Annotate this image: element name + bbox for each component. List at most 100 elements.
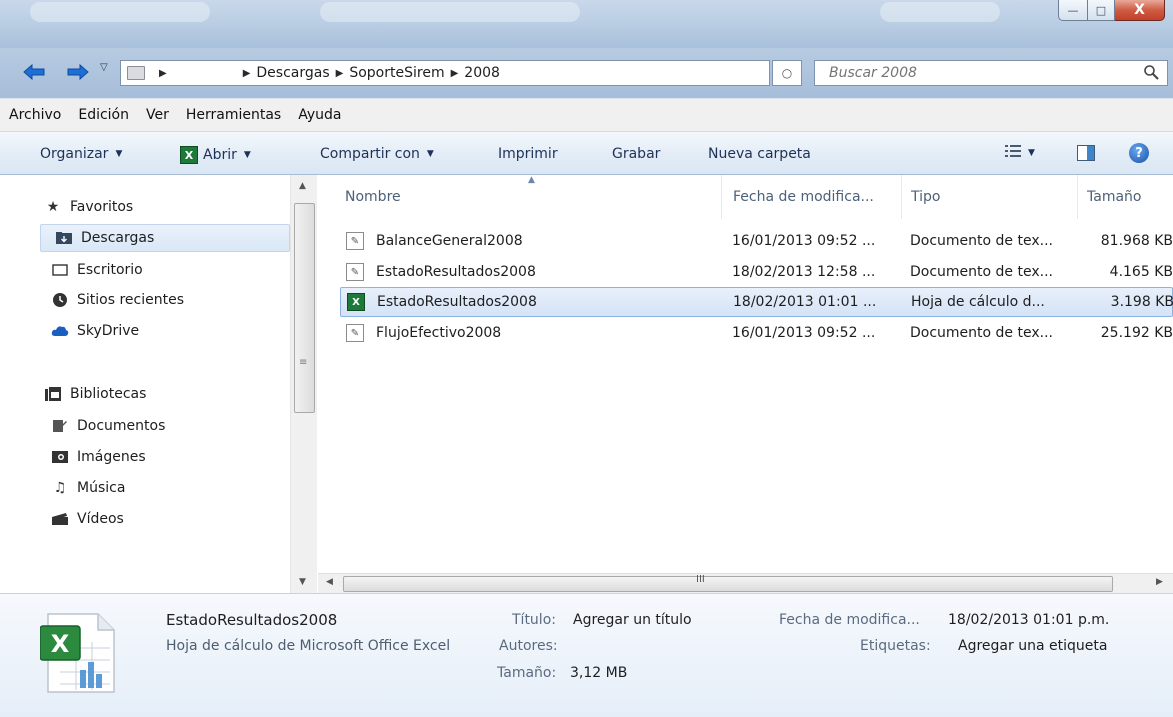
menu-ver[interactable]: Ver [146, 107, 169, 123]
new-folder-button[interactable]: Nueva carpeta [708, 146, 811, 162]
back-arrow-icon[interactable] [22, 60, 46, 84]
music-note-icon: ♫ [53, 480, 67, 496]
nav-item-sitios-recientes[interactable]: Sitios recientes [36, 286, 292, 314]
file-name: EstadoResultados2008 [376, 264, 536, 280]
column-header-label: Nombre [345, 189, 401, 205]
column-header-date[interactable]: Fecha de modifica... [722, 175, 902, 219]
organize-label: Organizar [40, 146, 109, 162]
breadcrumb-separator-icon[interactable]: ▶ [336, 68, 344, 79]
svg-text:X: X [51, 630, 70, 658]
details-title-label: Título: [512, 612, 556, 628]
column-header-name[interactable]: Nombre ▲ [318, 175, 722, 219]
menu-bar: Archivo Edición Ver Herramientas Ayuda [0, 98, 1173, 131]
video-clapper-icon [51, 513, 69, 525]
details-size-value: 3,12 MB [570, 665, 628, 681]
file-row-selected[interactable]: X EstadoResultados2008 18/02/2013 01:01 … [340, 287, 1173, 317]
scroll-right-icon[interactable]: ▶ [1156, 577, 1163, 587]
navigation-pane: ★ Favoritos Descargas Escritorio Sitios … [0, 175, 317, 593]
nav-item-musica[interactable]: ♫ Música [36, 474, 292, 502]
open-button[interactable]: X Abrir ▼ [180, 146, 251, 164]
details-title-input[interactable]: Agregar un título [573, 612, 692, 628]
glass-blur [320, 2, 580, 22]
share-button[interactable]: Compartir con ▼ [320, 146, 434, 162]
search-icon[interactable] [1143, 64, 1159, 84]
menu-ayuda[interactable]: Ayuda [298, 107, 341, 123]
glass-blur [30, 2, 210, 22]
share-label: Compartir con [320, 146, 420, 162]
star-icon: ★ [46, 199, 60, 215]
nav-item-descargas[interactable]: Descargas [40, 224, 290, 252]
scrollbar-thumb[interactable] [294, 203, 315, 413]
glass-blur [880, 2, 1000, 22]
scroll-down-icon[interactable]: ▼ [299, 577, 306, 587]
text-document-icon: ✎ [346, 232, 364, 250]
close-button[interactable]: X [1115, 0, 1165, 21]
menu-edicion[interactable]: Edición [78, 107, 129, 123]
desktop-icon [51, 264, 69, 276]
scroll-grip-icon: ≡ [299, 357, 308, 368]
file-name: EstadoResultados2008 [377, 294, 537, 310]
nav-item-label: Imágenes [77, 449, 146, 465]
search-input[interactable] [815, 64, 1125, 82]
details-tags-input[interactable]: Agregar una etiqueta [958, 638, 1107, 654]
help-icon[interactable]: ? [1129, 143, 1149, 163]
breadcrumb-separator-icon[interactable]: ▶ [451, 68, 459, 79]
nav-item-escritorio[interactable]: Escritorio [36, 256, 292, 284]
scroll-up-icon[interactable]: ▲ [299, 181, 306, 191]
breadcrumb-2008[interactable]: 2008 [464, 65, 500, 81]
file-type: Hoja de cálculo d... [911, 294, 1045, 310]
breadcrumb-separator-icon[interactable]: ▶ [243, 68, 251, 79]
preview-pane-icon[interactable] [1077, 145, 1095, 161]
excel-icon: X [180, 146, 198, 164]
file-size: 3.198 KB [1110, 294, 1173, 310]
command-bar: Organizar ▼ X Abrir ▼ Compartir con ▼ Im… [0, 131, 1173, 175]
menu-archivo[interactable]: Archivo [9, 107, 61, 123]
scroll-left-icon[interactable]: ◀ [326, 577, 333, 587]
breadcrumb-descargas[interactable]: Descargas [256, 65, 329, 81]
title-bar: — □ X [0, 0, 1173, 48]
forward-arrow-icon[interactable] [66, 60, 90, 84]
nav-item-label: Escritorio [77, 262, 143, 278]
scrollbar-thumb[interactable] [343, 576, 1113, 592]
nav-libraries[interactable]: Bibliotecas [32, 380, 288, 408]
nav-item-imagenes[interactable]: Imágenes [36, 443, 292, 471]
file-row[interactable]: ✎ EstadoResultados2008 18/02/2013 12:58 … [340, 257, 1173, 287]
window-controls: — □ X [1058, 0, 1165, 21]
view-options-button[interactable]: ▼ [1005, 144, 1035, 162]
nav-item-videos[interactable]: Vídeos [36, 505, 292, 533]
burn-button[interactable]: Grabar [612, 146, 660, 162]
chevron-down-icon: ▼ [1028, 148, 1035, 158]
text-document-icon: ✎ [346, 324, 364, 342]
nav-item-skydrive[interactable]: SkyDrive [36, 317, 292, 345]
file-size: 4.165 KB [1109, 264, 1173, 280]
details-authors-label: Autores: [499, 638, 558, 654]
text-document-icon: ✎ [346, 263, 364, 281]
breadcrumb-separator-icon[interactable]: ▶ [159, 68, 167, 79]
print-button[interactable]: Imprimir [498, 146, 558, 162]
scroll-grip-icon: III [696, 574, 705, 585]
minimize-button[interactable]: — [1058, 0, 1088, 21]
file-type: Documento de tex... [910, 325, 1053, 341]
refresh-icon[interactable]: ○ [772, 60, 802, 86]
file-row[interactable]: ✎ BalanceGeneral2008 16/01/2013 09:52 ..… [340, 226, 1173, 256]
file-size: 25.192 KB [1100, 325, 1173, 341]
file-row[interactable]: ✎ FlujoEfectivo2008 16/01/2013 09:52 ...… [340, 318, 1173, 348]
nav-favorites[interactable]: ★ Favoritos [32, 193, 288, 221]
address-row: ▽ ▶ ▶ Descargas ▶ SoporteSirem ▶ 2008 ▼ … [0, 48, 1173, 98]
maximize-button[interactable]: □ [1088, 0, 1115, 21]
nav-item-documentos[interactable]: Documentos [36, 412, 292, 440]
menu-herramientas[interactable]: Herramientas [186, 107, 281, 123]
address-bar[interactable]: ▶ ▶ Descargas ▶ SoporteSirem ▶ 2008 ▼ [120, 60, 879, 86]
horizontal-scrollbar[interactable]: ◀ III ▶ [318, 573, 1173, 593]
file-name: BalanceGeneral2008 [376, 233, 523, 249]
nav-item-label: SkyDrive [77, 323, 140, 339]
column-header-type[interactable]: Tipo [902, 175, 1078, 219]
organize-button[interactable]: Organizar ▼ [40, 146, 122, 162]
details-view-icon [1005, 144, 1021, 162]
nav-scrollbar[interactable]: ▲ ≡ ▼ [290, 175, 317, 593]
recent-pages-dropdown-icon[interactable]: ▽ [100, 62, 108, 73]
search-box[interactable] [814, 60, 1168, 86]
column-header-size[interactable]: Tamaño [1078, 175, 1173, 219]
file-date: 18/02/2013 12:58 ... [732, 264, 876, 280]
breadcrumb-soportesirem[interactable]: SoporteSirem [349, 65, 444, 81]
